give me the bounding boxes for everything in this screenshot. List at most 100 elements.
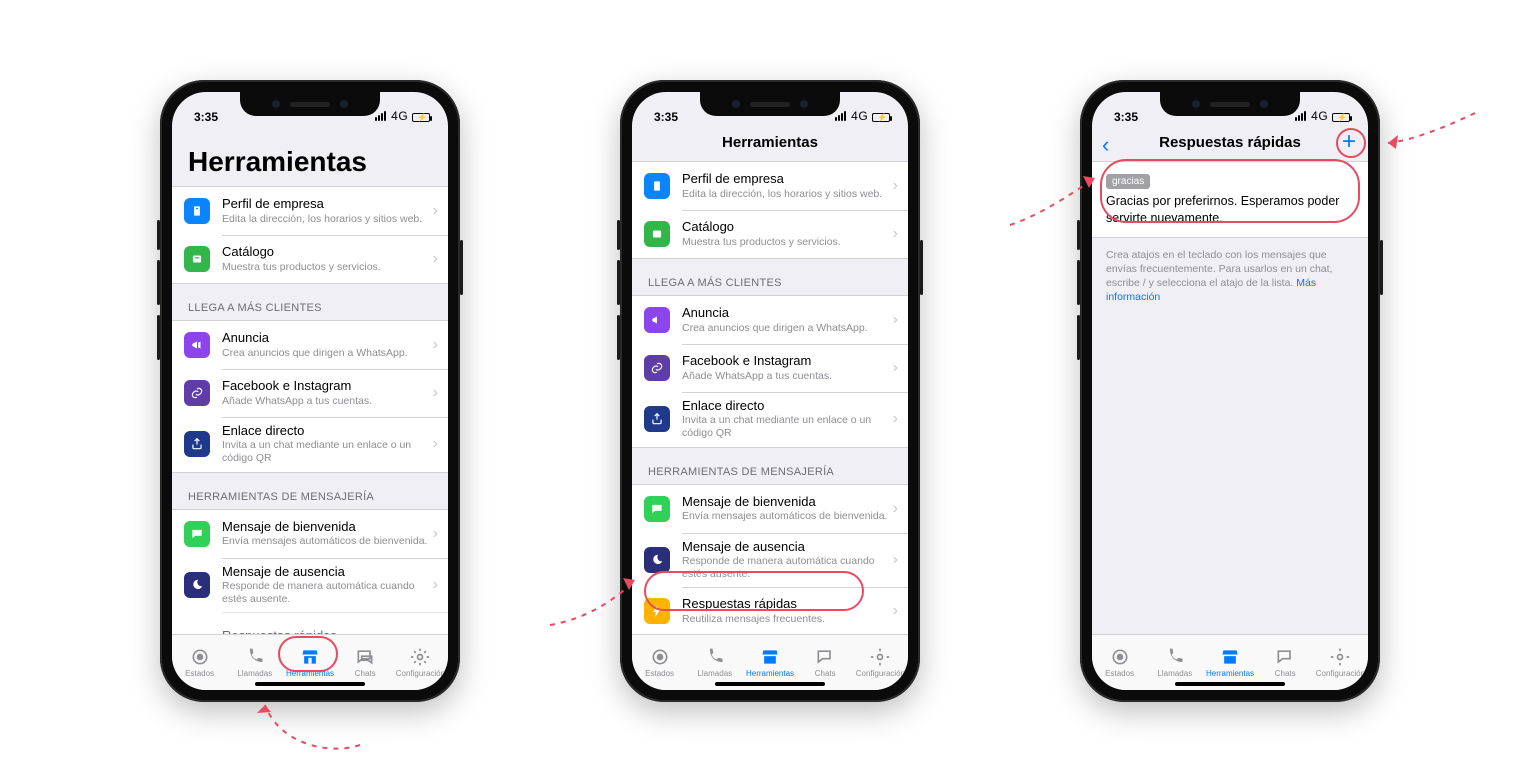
status-right: 4G ⚡: [375, 109, 430, 124]
tools-screen: Herramientas Perfil de empresa Edita la …: [172, 126, 448, 634]
home-indicator[interactable]: [255, 682, 365, 686]
chat-icon: [644, 496, 670, 522]
shortcut-chip: gracias: [1106, 174, 1150, 189]
tab-estados[interactable]: Estados: [632, 635, 687, 690]
battery-icon: ⚡: [872, 113, 890, 122]
phone-mock-3: 3:35 4G ⚡ ‹ Respuestas rápidas + gracias…: [1080, 80, 1380, 702]
status-right: 4G ⚡: [835, 109, 890, 124]
chevron-right-icon: ›: [429, 525, 438, 543]
store-icon: [1220, 647, 1240, 667]
phone-mock-1: 3:35 4G ⚡ Herramientas Perfil de empresa…: [160, 80, 460, 702]
gear-icon: [870, 647, 890, 667]
section-header: LLEGA A MÁS CLIENTES: [172, 284, 448, 320]
chevron-right-icon: ›: [429, 384, 438, 402]
tab-configuracion[interactable]: Configuración: [393, 635, 448, 690]
battery-icon: ⚡: [412, 113, 430, 122]
nav-title: Herramientas: [632, 126, 908, 161]
signal-icon: [375, 110, 387, 124]
cell-mensaje-bienvenida[interactable]: Mensaje de bienvenida Envía mensajes aut…: [172, 510, 448, 558]
chevron-right-icon: ›: [429, 336, 438, 354]
chevron-right-icon: ›: [889, 410, 898, 428]
status-icon: [190, 647, 210, 667]
share-icon: [644, 406, 670, 432]
business-profile-icon: [184, 198, 210, 224]
chevron-right-icon: ›: [889, 551, 898, 569]
gear-icon: [410, 647, 430, 667]
chats-icon: [355, 647, 375, 667]
chevron-right-icon: ›: [429, 250, 438, 268]
tab-configuracion[interactable]: Configuración: [1313, 635, 1368, 690]
moon-icon: [184, 572, 210, 598]
phone-icon: [705, 647, 725, 667]
phone-mock-2: 3:35 4G ⚡ Herramientas Perfil de empresa…: [620, 80, 920, 702]
chevron-right-icon: ›: [889, 602, 898, 620]
chat-icon: [184, 521, 210, 547]
annotation-arrow: [1380, 105, 1490, 175]
quick-reply-item[interactable]: gracias Gracias por preferirnos. Esperam…: [1092, 161, 1368, 238]
moon-icon: [644, 547, 670, 573]
cell-respuestas-rapidas[interactable]: Respuestas rápidas: [172, 612, 448, 634]
chats-icon: [815, 647, 835, 667]
battery-icon: ⚡: [1332, 113, 1350, 122]
status-time: 3:35: [1114, 110, 1138, 124]
catalog-icon: [644, 221, 670, 247]
link-icon: [644, 355, 670, 381]
cell-respuestas-rapidas[interactable]: Respuestas rápidas Reutiliza mensajes fr…: [632, 587, 908, 634]
gear-icon: [1330, 647, 1350, 667]
signal-icon: [1295, 110, 1307, 124]
status-icon: [650, 647, 670, 667]
tab-estados[interactable]: Estados: [172, 635, 227, 690]
home-indicator[interactable]: [715, 682, 825, 686]
cell-catalogo[interactable]: Catálogo Muestra tus productos y servici…: [632, 210, 908, 258]
status-right: 4G ⚡: [1295, 109, 1350, 124]
status-icon: [1110, 647, 1130, 667]
tab-estados[interactable]: Estados: [1092, 635, 1147, 690]
cell-enlace-directo[interactable]: Enlace directo Invita a un chat mediante…: [632, 392, 908, 447]
chevron-right-icon: ›: [889, 225, 898, 243]
cell-facebook-instagram[interactable]: Facebook e Instagram Añade WhatsApp a tu…: [172, 369, 448, 417]
cell-perfil-empresa[interactable]: Perfil de empresa Edita la dirección, lo…: [172, 187, 448, 235]
chevron-right-icon: ›: [429, 202, 438, 220]
back-button[interactable]: ‹: [1102, 132, 1109, 158]
cell-enlace-directo[interactable]: Enlace directo Invita a un chat mediante…: [172, 417, 448, 472]
home-indicator[interactable]: [1175, 682, 1285, 686]
cell-anuncia[interactable]: Anuncia Crea anuncios que dirigen a What…: [632, 296, 908, 344]
footer-note: Crea atajos en el teclado con los mensaj…: [1092, 238, 1368, 315]
business-profile-icon: [644, 173, 670, 199]
phone-icon: [245, 647, 265, 667]
cell-perfil-empresa[interactable]: Perfil de empresa Edita la dirección, lo…: [632, 162, 908, 210]
cell-mensaje-ausencia[interactable]: Mensaje de ausencia Responde de manera a…: [172, 558, 448, 613]
tab-configuracion[interactable]: Configuración: [853, 635, 908, 690]
cell-mensaje-ausencia[interactable]: Mensaje de ausencia Responde de manera a…: [632, 533, 908, 588]
share-icon: [184, 431, 210, 457]
megaphone-icon: [644, 307, 670, 333]
megaphone-icon: [184, 332, 210, 358]
status-time: 3:35: [654, 110, 678, 124]
chevron-right-icon: ›: [429, 576, 438, 594]
add-button[interactable]: +: [1342, 130, 1356, 154]
cell-anuncia[interactable]: Anuncia Crea anuncios que dirigen a What…: [172, 321, 448, 369]
cell-facebook-instagram[interactable]: Facebook e Instagram Añade WhatsApp a tu…: [632, 344, 908, 392]
tools-screen-scrolled: Herramientas Perfil de empresa Edita la …: [632, 126, 908, 634]
store-icon: [760, 647, 780, 667]
chevron-right-icon: ›: [889, 500, 898, 518]
nav-title: ‹ Respuestas rápidas +: [1092, 126, 1368, 161]
link-icon: [184, 380, 210, 406]
chevron-right-icon: ›: [429, 435, 438, 453]
catalog-icon: [184, 246, 210, 272]
quick-replies-screen: ‹ Respuestas rápidas + gracias Gracias p…: [1092, 126, 1368, 634]
section-header: HERRAMIENTAS DE MENSAJERÍA: [172, 473, 448, 509]
store-icon: [300, 647, 320, 667]
status-time: 3:35: [194, 110, 218, 124]
cell-mensaje-bienvenida[interactable]: Mensaje de bienvenida Envía mensajes aut…: [632, 485, 908, 533]
bolt-icon: [644, 598, 670, 624]
phone-icon: [1165, 647, 1185, 667]
signal-icon: [835, 110, 847, 124]
chevron-right-icon: ›: [889, 177, 898, 195]
chevron-right-icon: ›: [889, 359, 898, 377]
chats-icon: [1275, 647, 1295, 667]
cell-catalogo[interactable]: Catálogo Muestra tus productos y servici…: [172, 235, 448, 283]
chevron-right-icon: ›: [889, 311, 898, 329]
quick-reply-text: Gracias por preferirnos. Esperamos poder…: [1106, 193, 1354, 227]
page-title: Herramientas: [172, 126, 448, 186]
